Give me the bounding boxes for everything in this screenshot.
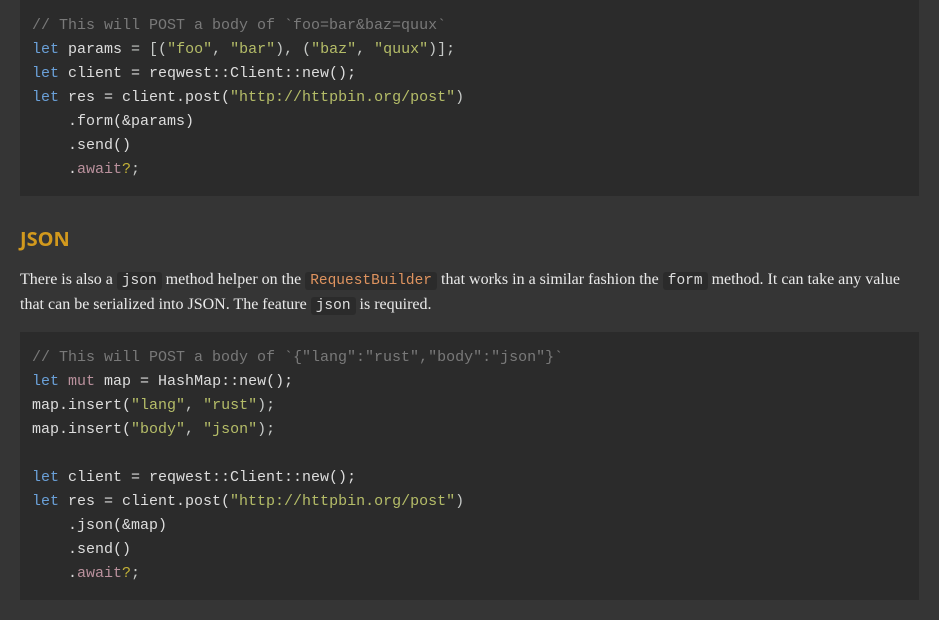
code-string: "http://httpbin.org/post" xyxy=(230,89,455,106)
code-text: client = reqwest::Client::new(); xyxy=(59,65,356,82)
code-text: map = HashMap::new(); xyxy=(95,373,293,390)
code-string: "rust" xyxy=(203,397,257,414)
code-keyword: let xyxy=(32,89,59,106)
prose-text: method helper on the xyxy=(162,271,306,288)
code-question: ? xyxy=(122,161,131,178)
code-keyword: let xyxy=(32,373,59,390)
prose-text: is required. xyxy=(356,296,432,313)
code-keyword: let xyxy=(32,65,59,82)
code-block-form: // This will POST a body of `foo=bar&baz… xyxy=(20,0,919,196)
code-keyword-mut: mut xyxy=(68,373,95,390)
code-string: "foo" xyxy=(167,41,212,58)
code-await: await xyxy=(77,565,122,582)
code-string: "bar" xyxy=(230,41,275,58)
code-comment: // This will POST a body of `{"lang":"ru… xyxy=(32,349,563,366)
inline-code-json-feature: json xyxy=(311,297,356,315)
prose-text: There is also a xyxy=(20,271,117,288)
code-keyword: let xyxy=(32,493,59,510)
code-text: .json(&map) xyxy=(32,517,167,534)
code-block-json: // This will POST a body of `{"lang":"ru… xyxy=(20,332,919,600)
code-question: ? xyxy=(122,565,131,582)
code-text: .form(&params) xyxy=(32,113,194,130)
code-text: .send() xyxy=(32,137,131,154)
code-keyword: let xyxy=(32,41,59,58)
code-keyword: let xyxy=(32,469,59,486)
code-ident: params xyxy=(68,41,122,58)
code-text: client = reqwest::Client::new(); xyxy=(59,469,356,486)
inline-code-json: json xyxy=(117,272,162,290)
documentation-page: // This will POST a body of `foo=bar&baz… xyxy=(0,0,939,620)
code-string: "baz" xyxy=(311,41,356,58)
code-string: "body" xyxy=(131,421,185,438)
code-text: .send() xyxy=(32,541,131,558)
section-heading-json: JSON xyxy=(20,224,919,254)
prose-paragraph: There is also a json method helper on th… xyxy=(20,268,919,318)
inline-code-form: form xyxy=(663,272,708,290)
inline-code-requestbuilder[interactable]: RequestBuilder xyxy=(305,272,437,290)
code-string: "http://httpbin.org/post" xyxy=(230,493,455,510)
code-comment: // This will POST a body of `foo=bar&baz… xyxy=(32,17,446,34)
code-await: await xyxy=(77,161,122,178)
code-string: "json" xyxy=(203,421,257,438)
prose-text: that works in a similar fashion the xyxy=(437,271,663,288)
code-string: "quux" xyxy=(374,41,428,58)
code-string: "lang" xyxy=(131,397,185,414)
